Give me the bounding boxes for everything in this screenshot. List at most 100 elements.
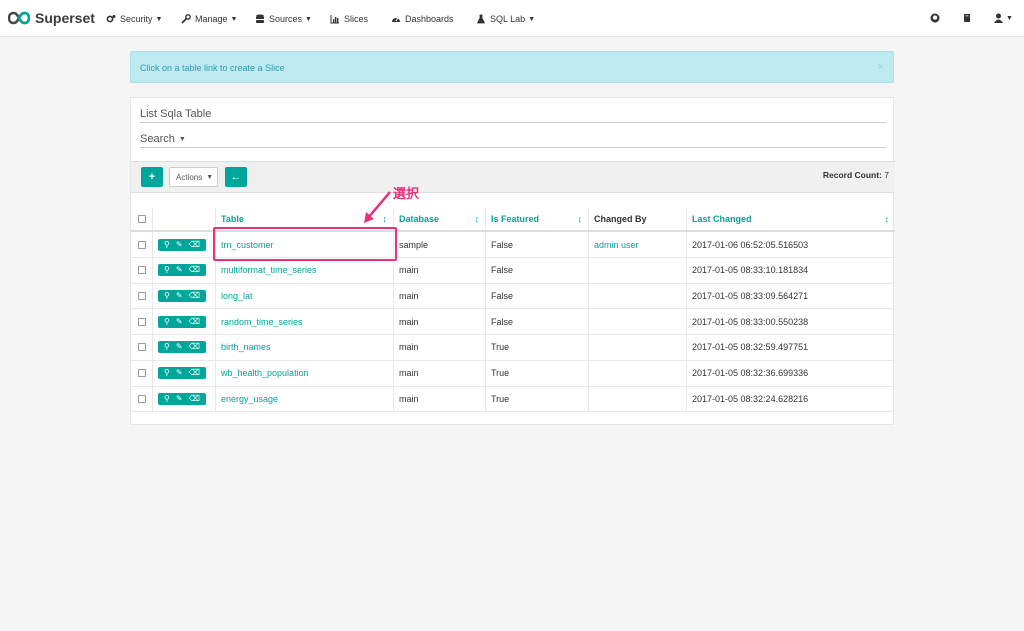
database-cell: main — [394, 360, 486, 386]
nav-sql-lab[interactable]: SQL Lab ▼ — [476, 11, 535, 27]
chevron-down-icon: ▼ — [230, 15, 238, 23]
database-cell: main — [394, 309, 486, 335]
chevron-down-icon: ▼ — [305, 15, 312, 23]
edit-icon[interactable]: ✎ — [176, 290, 183, 302]
row-select-cell — [131, 257, 153, 283]
eraser-icon[interactable]: ⌫ — [189, 264, 200, 276]
last-changed-cell: 2017-01-05 08:32:59.497751 — [692, 342, 809, 353]
user-menu[interactable]: ▼ — [994, 13, 1013, 23]
database-cell: sample — [394, 232, 486, 257]
search-icon[interactable]: ⚲ — [164, 393, 170, 405]
row-action-group: ⚲ ✎ ⌫ — [158, 238, 206, 251]
edit-icon[interactable]: ✎ — [176, 393, 183, 405]
row-checkbox[interactable] — [137, 266, 146, 275]
last-changed-cell: 2017-01-05 08:33:10.181834 — [692, 265, 809, 276]
nav-security[interactable]: Security ▼ — [106, 11, 162, 27]
row-select-cell — [131, 386, 153, 412]
search-icon[interactable]: ⚲ — [164, 239, 170, 251]
eraser-icon[interactable]: ⌫ — [189, 367, 200, 379]
eraser-icon[interactable]: ⌫ — [189, 341, 200, 353]
sort-icon[interactable]: ↕ — [475, 214, 480, 224]
add-button[interactable]: + — [141, 167, 163, 187]
search-icon[interactable]: ⚲ — [164, 367, 170, 379]
eraser-icon[interactable]: ⌫ — [189, 316, 200, 328]
search-icon[interactable]: ⚲ — [164, 341, 170, 353]
table-row: ⚲ ✎ ⌫ birth_names main True 2017-01-05 0… — [131, 334, 895, 361]
edit-icon[interactable]: ✎ — [176, 264, 183, 276]
changed-by-link[interactable] — [589, 386, 687, 412]
is-featured-cell: False — [486, 257, 589, 283]
search-icon[interactable]: ⚲ — [164, 290, 170, 302]
changed-by-link[interactable] — [589, 334, 687, 360]
table-name-link[interactable]: random_time_series — [216, 309, 394, 335]
row-actions-cell: ⚲ ✎ ⌫ — [153, 386, 216, 412]
list-toolbar: + Actions ▼ ← Record Count: 7 — [131, 161, 895, 193]
select-all-checkbox[interactable] — [137, 215, 146, 223]
nav-dashboards[interactable]: Dashboards — [391, 11, 454, 27]
annotation-label: 選択 — [393, 187, 420, 202]
chevron-down-icon: ▼ — [528, 15, 536, 23]
table-name-link[interactable]: multiformat_time_series — [216, 257, 394, 283]
eraser-icon[interactable]: ⌫ — [189, 239, 200, 251]
edit-icon[interactable]: ✎ — [176, 341, 183, 353]
row-checkbox[interactable] — [137, 240, 146, 249]
selection-highlight — [213, 227, 397, 261]
row-checkbox[interactable] — [137, 394, 146, 403]
table-name-link[interactable]: wb_health_population — [216, 360, 394, 386]
database-cell: main — [394, 386, 486, 412]
changed-by-link[interactable] — [589, 309, 687, 335]
list-panel: List Sqla Table Search ▼ + Actions ▼ ← R… — [130, 97, 895, 425]
annotation-arrow-icon — [364, 191, 391, 223]
row-checkbox[interactable] — [137, 317, 146, 326]
changed-by-link[interactable] — [589, 283, 687, 309]
header-is-featured[interactable]: Is Featured ↕ — [486, 208, 589, 230]
changed-by-link[interactable]: admin user — [589, 232, 687, 257]
nav-manage[interactable]: Manage ▼ — [181, 11, 237, 27]
search-icon[interactable]: ⚲ — [164, 264, 170, 276]
back-button[interactable]: ← — [225, 167, 247, 187]
is-featured-cell: True — [486, 386, 589, 412]
brand[interactable]: Superset — [8, 9, 95, 27]
close-icon[interactable]: × — [878, 61, 884, 73]
chevron-down-icon: ▼ — [1006, 14, 1013, 22]
sort-icon[interactable]: ↕ — [578, 214, 583, 224]
eraser-icon[interactable]: ⌫ — [189, 290, 200, 302]
table-name-link[interactable]: long_lat — [216, 283, 394, 309]
wrench-icon — [181, 14, 191, 24]
header-last-changed[interactable]: Last Changed ↕ — [687, 208, 895, 230]
record-count-label: Record Count: — [822, 170, 882, 180]
table-name-link[interactable]: birth_names — [216, 334, 394, 360]
row-checkbox[interactable] — [137, 343, 146, 352]
changed-by-link[interactable] — [589, 360, 687, 386]
github-icon[interactable] — [930, 13, 940, 23]
row-select-cell — [131, 232, 153, 257]
alert-message: Click on a table link to create a Slice — [140, 63, 285, 73]
user-icon — [994, 13, 1003, 23]
search-icon[interactable]: ⚲ — [164, 316, 170, 328]
nav-sources[interactable]: Sources ▼ — [255, 11, 312, 27]
eraser-icon[interactable]: ⌫ — [189, 393, 200, 405]
header-database[interactable]: Database ↕ — [394, 208, 486, 230]
sort-icon[interactable]: ↕ — [885, 214, 890, 224]
search-toggle[interactable]: Search ▼ — [140, 133, 186, 145]
table-name-link[interactable]: energy_usage — [216, 386, 394, 412]
row-checkbox[interactable] — [137, 369, 146, 377]
changed-by-link[interactable] — [589, 257, 687, 283]
table-row: ⚲ ✎ ⌫ long_lat main False 2017-01-05 08:… — [131, 283, 895, 310]
header-database-label: Database — [399, 214, 440, 224]
row-select-cell — [131, 360, 153, 386]
is-featured-cell: True — [486, 360, 589, 386]
gears-icon — [106, 15, 116, 23]
flask-icon — [476, 14, 486, 24]
row-checkbox[interactable] — [137, 291, 146, 300]
nav-slices[interactable]: Slices — [330, 11, 368, 27]
edit-icon[interactable]: ✎ — [176, 239, 183, 251]
chevron-down-icon: ▼ — [206, 173, 214, 181]
nav-security-label: Security — [120, 14, 153, 24]
book-icon[interactable] — [962, 13, 972, 23]
actions-dropdown[interactable]: Actions ▼ — [169, 167, 218, 187]
edit-icon[interactable]: ✎ — [176, 316, 183, 328]
edit-icon[interactable]: ✎ — [176, 367, 183, 379]
row-select-cell — [131, 334, 153, 360]
last-changed-cell: 2017-01-05 08:32:36.699336 — [692, 368, 809, 378]
